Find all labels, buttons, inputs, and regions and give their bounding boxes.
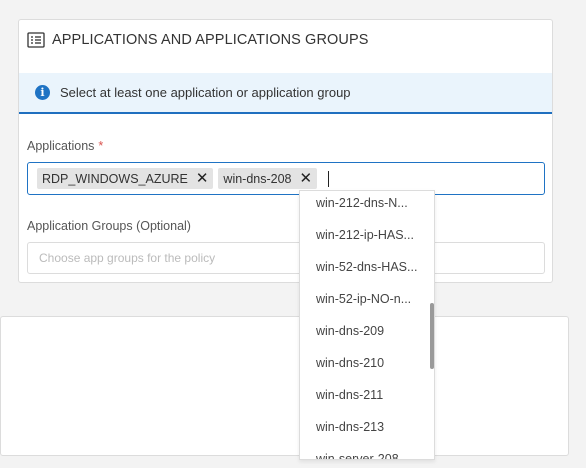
dropdown-option[interactable]: win-dns-209 bbox=[300, 315, 434, 347]
application-groups-input[interactable]: Choose app groups for the policy bbox=[27, 242, 545, 274]
applications-label: Applications * bbox=[27, 139, 104, 153]
required-mark: * bbox=[98, 139, 104, 153]
next-section-card bbox=[0, 316, 569, 456]
dropdown-option[interactable]: win-212-dns-N... bbox=[300, 191, 434, 219]
info-icon: i bbox=[35, 85, 50, 100]
dropdown-option[interactable]: win-dns-213 bbox=[300, 411, 434, 443]
application-tag: RDP_WINDOWS_AZURE ✕ bbox=[37, 168, 214, 189]
applications-section-card: APPLICATIONS AND APPLICATIONS GROUPS i S… bbox=[18, 19, 553, 283]
remove-tag-icon[interactable]: ✕ bbox=[196, 171, 209, 186]
dropdown-option[interactable]: win-dns-211 bbox=[300, 379, 434, 411]
remove-tag-icon[interactable]: ✕ bbox=[300, 171, 313, 186]
dropdown-option[interactable]: win-52-dns-HAS... bbox=[300, 251, 434, 283]
application-tag-label: win-dns-208 bbox=[223, 171, 292, 186]
application-groups-label: Application Groups (Optional) bbox=[27, 219, 191, 233]
dropdown-option[interactable]: win-212-ip-HAS... bbox=[300, 219, 434, 251]
section-header: APPLICATIONS AND APPLICATIONS GROUPS bbox=[27, 30, 369, 50]
dropdown-scrollbar[interactable] bbox=[430, 303, 434, 369]
dropdown-option[interactable]: win-dns-210 bbox=[300, 347, 434, 379]
applications-input[interactable]: RDP_WINDOWS_AZURE ✕ win-dns-208 ✕ bbox=[27, 162, 545, 195]
application-groups-placeholder: Choose app groups for the policy bbox=[39, 251, 216, 265]
list-icon bbox=[27, 32, 45, 48]
applications-dropdown[interactable]: win-212-dns-N... win-212-ip-HAS... win-5… bbox=[299, 190, 435, 460]
dropdown-option[interactable]: win-52-ip-NO-n... bbox=[300, 283, 434, 315]
section-title: APPLICATIONS AND APPLICATIONS GROUPS bbox=[52, 32, 369, 48]
dropdown-option[interactable]: win-server-208 bbox=[300, 443, 434, 459]
info-banner-text: Select at least one application or appli… bbox=[60, 85, 351, 100]
text-caret bbox=[328, 170, 330, 187]
application-tag-label: RDP_WINDOWS_AZURE bbox=[42, 171, 188, 186]
application-tag: win-dns-208 ✕ bbox=[218, 168, 318, 189]
info-banner: i Select at least one application or app… bbox=[19, 73, 552, 114]
dropdown-list: win-212-dns-N... win-212-ip-HAS... win-5… bbox=[300, 191, 434, 459]
